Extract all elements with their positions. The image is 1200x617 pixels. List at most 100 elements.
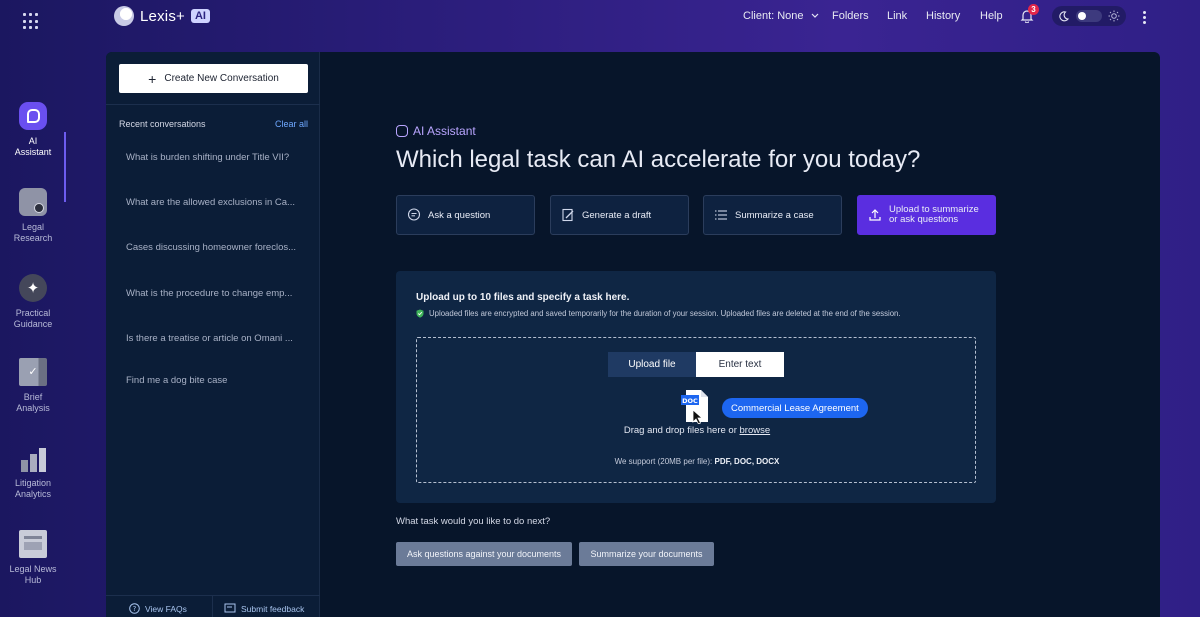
legal-news-hub-icon [19, 530, 47, 558]
tab-upload-file[interactable]: Upload file [608, 352, 696, 377]
rail-item-ai-assistant[interactable]: AI Assistant [0, 102, 66, 158]
theme-toggle[interactable] [1052, 6, 1126, 26]
dragged-file-pill[interactable]: Commercial Lease Agreement [722, 398, 868, 418]
clear-all-link[interactable]: Clear all [275, 119, 308, 129]
rail-item-practical-guidance[interactable]: ✦ Practical Guidance [0, 274, 66, 330]
svg-text:?: ? [133, 605, 137, 613]
rail-item-legal-news-hub[interactable]: Legal News Hub [0, 530, 66, 586]
ai-assistant-icon [396, 125, 408, 137]
summarize-documents-button[interactable]: Summarize your documents [579, 542, 714, 566]
rail-label: Litigation Analytics [14, 478, 52, 499]
browse-link[interactable]: browse [740, 425, 771, 436]
toggle-knob [1077, 12, 1086, 20]
practical-guidance-icon: ✦ [19, 274, 47, 302]
content-frame: + Create New Conversation Recent convers… [106, 52, 1160, 617]
upload-summarize-label: Upload to summarize or ask questions [889, 204, 979, 225]
upload-heading: Upload up to 10 files and specify a task… [416, 292, 630, 303]
generate-draft-button[interactable]: Generate a draft [550, 195, 689, 235]
rail-label: Practical Guidance [13, 308, 53, 329]
plus-icon: + [148, 70, 157, 87]
summarize-case-button[interactable]: Summarize a case [703, 195, 842, 235]
conversation-item[interactable]: Find me a dog bite case [126, 375, 227, 386]
ai-badge: AI [190, 9, 210, 23]
ai-assistant-label: AI Assistant [413, 124, 476, 138]
chat-bubble-icon [407, 208, 421, 221]
create-new-conversation-label: Create New Conversation [164, 73, 279, 84]
shield-icon [416, 309, 424, 318]
tab-enter-text[interactable]: Enter text [696, 352, 784, 377]
app-launcher-icon[interactable] [23, 13, 40, 30]
rail-item-litigation-analytics[interactable]: Litigation Analytics [0, 444, 66, 500]
file-dropzone[interactable]: Upload file Enter text DOC Commercial Le… [416, 337, 976, 483]
legal-research-icon [19, 188, 47, 216]
left-rail: AI Assistant Legal Research ✦ Practical … [0, 34, 66, 617]
sun-icon [1108, 10, 1120, 22]
ask-question-button[interactable]: Ask a question [396, 195, 535, 235]
supported-formats: We support (20MB per file): PDF, DOC, DO… [417, 457, 977, 466]
ask-question-label: Ask a question [428, 209, 491, 221]
edit-document-icon [562, 208, 574, 222]
drag-drop-text: Drag and drop files here or browse [417, 425, 977, 436]
client-dropdown[interactable]: Client: None [743, 10, 819, 22]
rail-label: Legal Research [13, 222, 53, 243]
view-faqs-label: View FAQs [145, 603, 187, 614]
conversation-panel-footer: ? View FAQs Submit feedback [106, 595, 320, 617]
rail-label: Brief Analysis [16, 392, 50, 413]
rail-item-brief-analysis[interactable]: ✓ Brief Analysis [0, 358, 66, 414]
rail-item-legal-research[interactable]: Legal Research [0, 188, 66, 244]
more-menu-icon[interactable] [1143, 11, 1146, 24]
toggle-switch[interactable] [1075, 10, 1102, 22]
view-faqs-link[interactable]: ? View FAQs [129, 603, 187, 614]
doc-file-icon: DOC [681, 390, 708, 424]
nav-folders[interactable]: Folders [832, 10, 869, 22]
litigation-analytics-icon [19, 444, 47, 472]
upload-summarize-button[interactable]: Upload to summarize or ask questions [857, 195, 996, 235]
generate-draft-label: Generate a draft [582, 209, 652, 221]
conversation-item[interactable]: What is the procedure to change emp... [126, 288, 292, 299]
supported-formats-label: We support (20MB per file): [614, 457, 713, 466]
lexis-logo-icon [114, 6, 134, 26]
upload-icon [869, 209, 881, 221]
submit-feedback-link[interactable]: Submit feedback [224, 603, 304, 614]
rail-label: Legal News Hub [9, 564, 57, 585]
nav-link[interactable]: Link [887, 10, 907, 22]
page-title: Which legal task can AI accelerate for y… [396, 146, 921, 173]
nav-help[interactable]: Help [980, 10, 1003, 22]
conversation-item[interactable]: What is burden shifting under Title VII? [126, 152, 289, 163]
conversation-item[interactable]: Is there a treatise or article on Omani … [126, 333, 293, 344]
upload-card: Upload up to 10 files and specify a task… [396, 271, 996, 503]
list-icon [715, 210, 727, 220]
conversation-item[interactable]: What are the allowed exclusions in Ca... [126, 197, 295, 208]
conversation-item[interactable]: Cases discussing homeowner foreclos... [126, 242, 296, 253]
encryption-note-text: Uploaded files are encrypted and saved t… [429, 309, 901, 318]
ask-documents-button[interactable]: Ask questions against your documents [396, 542, 572, 566]
moon-icon [1059, 10, 1069, 21]
doc-badge: DOC [682, 397, 698, 405]
ai-assistant-icon [19, 102, 47, 130]
recent-conversations-title: Recent conversations [119, 119, 206, 129]
divider [106, 104, 320, 105]
question-circle-icon: ? [129, 603, 140, 614]
app-name: Lexis+ [140, 7, 185, 25]
notification-badge: 3 [1028, 4, 1039, 15]
create-new-conversation-button[interactable]: + Create New Conversation [119, 64, 308, 93]
rail-label: AI Assistant [14, 136, 52, 157]
drag-drop-label: Drag and drop files here or [623, 425, 737, 436]
top-bar: Lexis+ AI Client: None Folders Link Hist… [0, 0, 1200, 34]
feedback-icon [224, 603, 236, 613]
submit-feedback-label: Submit feedback [241, 603, 305, 614]
chevron-down-icon [811, 13, 819, 18]
input-mode-toggle: Upload file Enter text [608, 352, 784, 377]
logo[interactable]: Lexis+ AI [114, 6, 210, 26]
nav-history[interactable]: History [926, 10, 960, 22]
client-label: Client: None [743, 10, 804, 22]
footer-divider [212, 596, 213, 617]
next-task-question: What task would you like to do next? [396, 516, 551, 527]
ai-assistant-heading: AI Assistant [396, 124, 476, 138]
summarize-case-label: Summarize a case [735, 209, 814, 221]
brief-analysis-icon: ✓ [19, 358, 47, 386]
encryption-note: Uploaded files are encrypted and saved t… [416, 309, 901, 318]
conversation-panel: + Create New Conversation Recent convers… [106, 52, 320, 617]
supported-formats-types: PDF, DOC, DOCX [714, 457, 780, 466]
recent-conversations-header: Recent conversations Clear all [119, 119, 308, 129]
